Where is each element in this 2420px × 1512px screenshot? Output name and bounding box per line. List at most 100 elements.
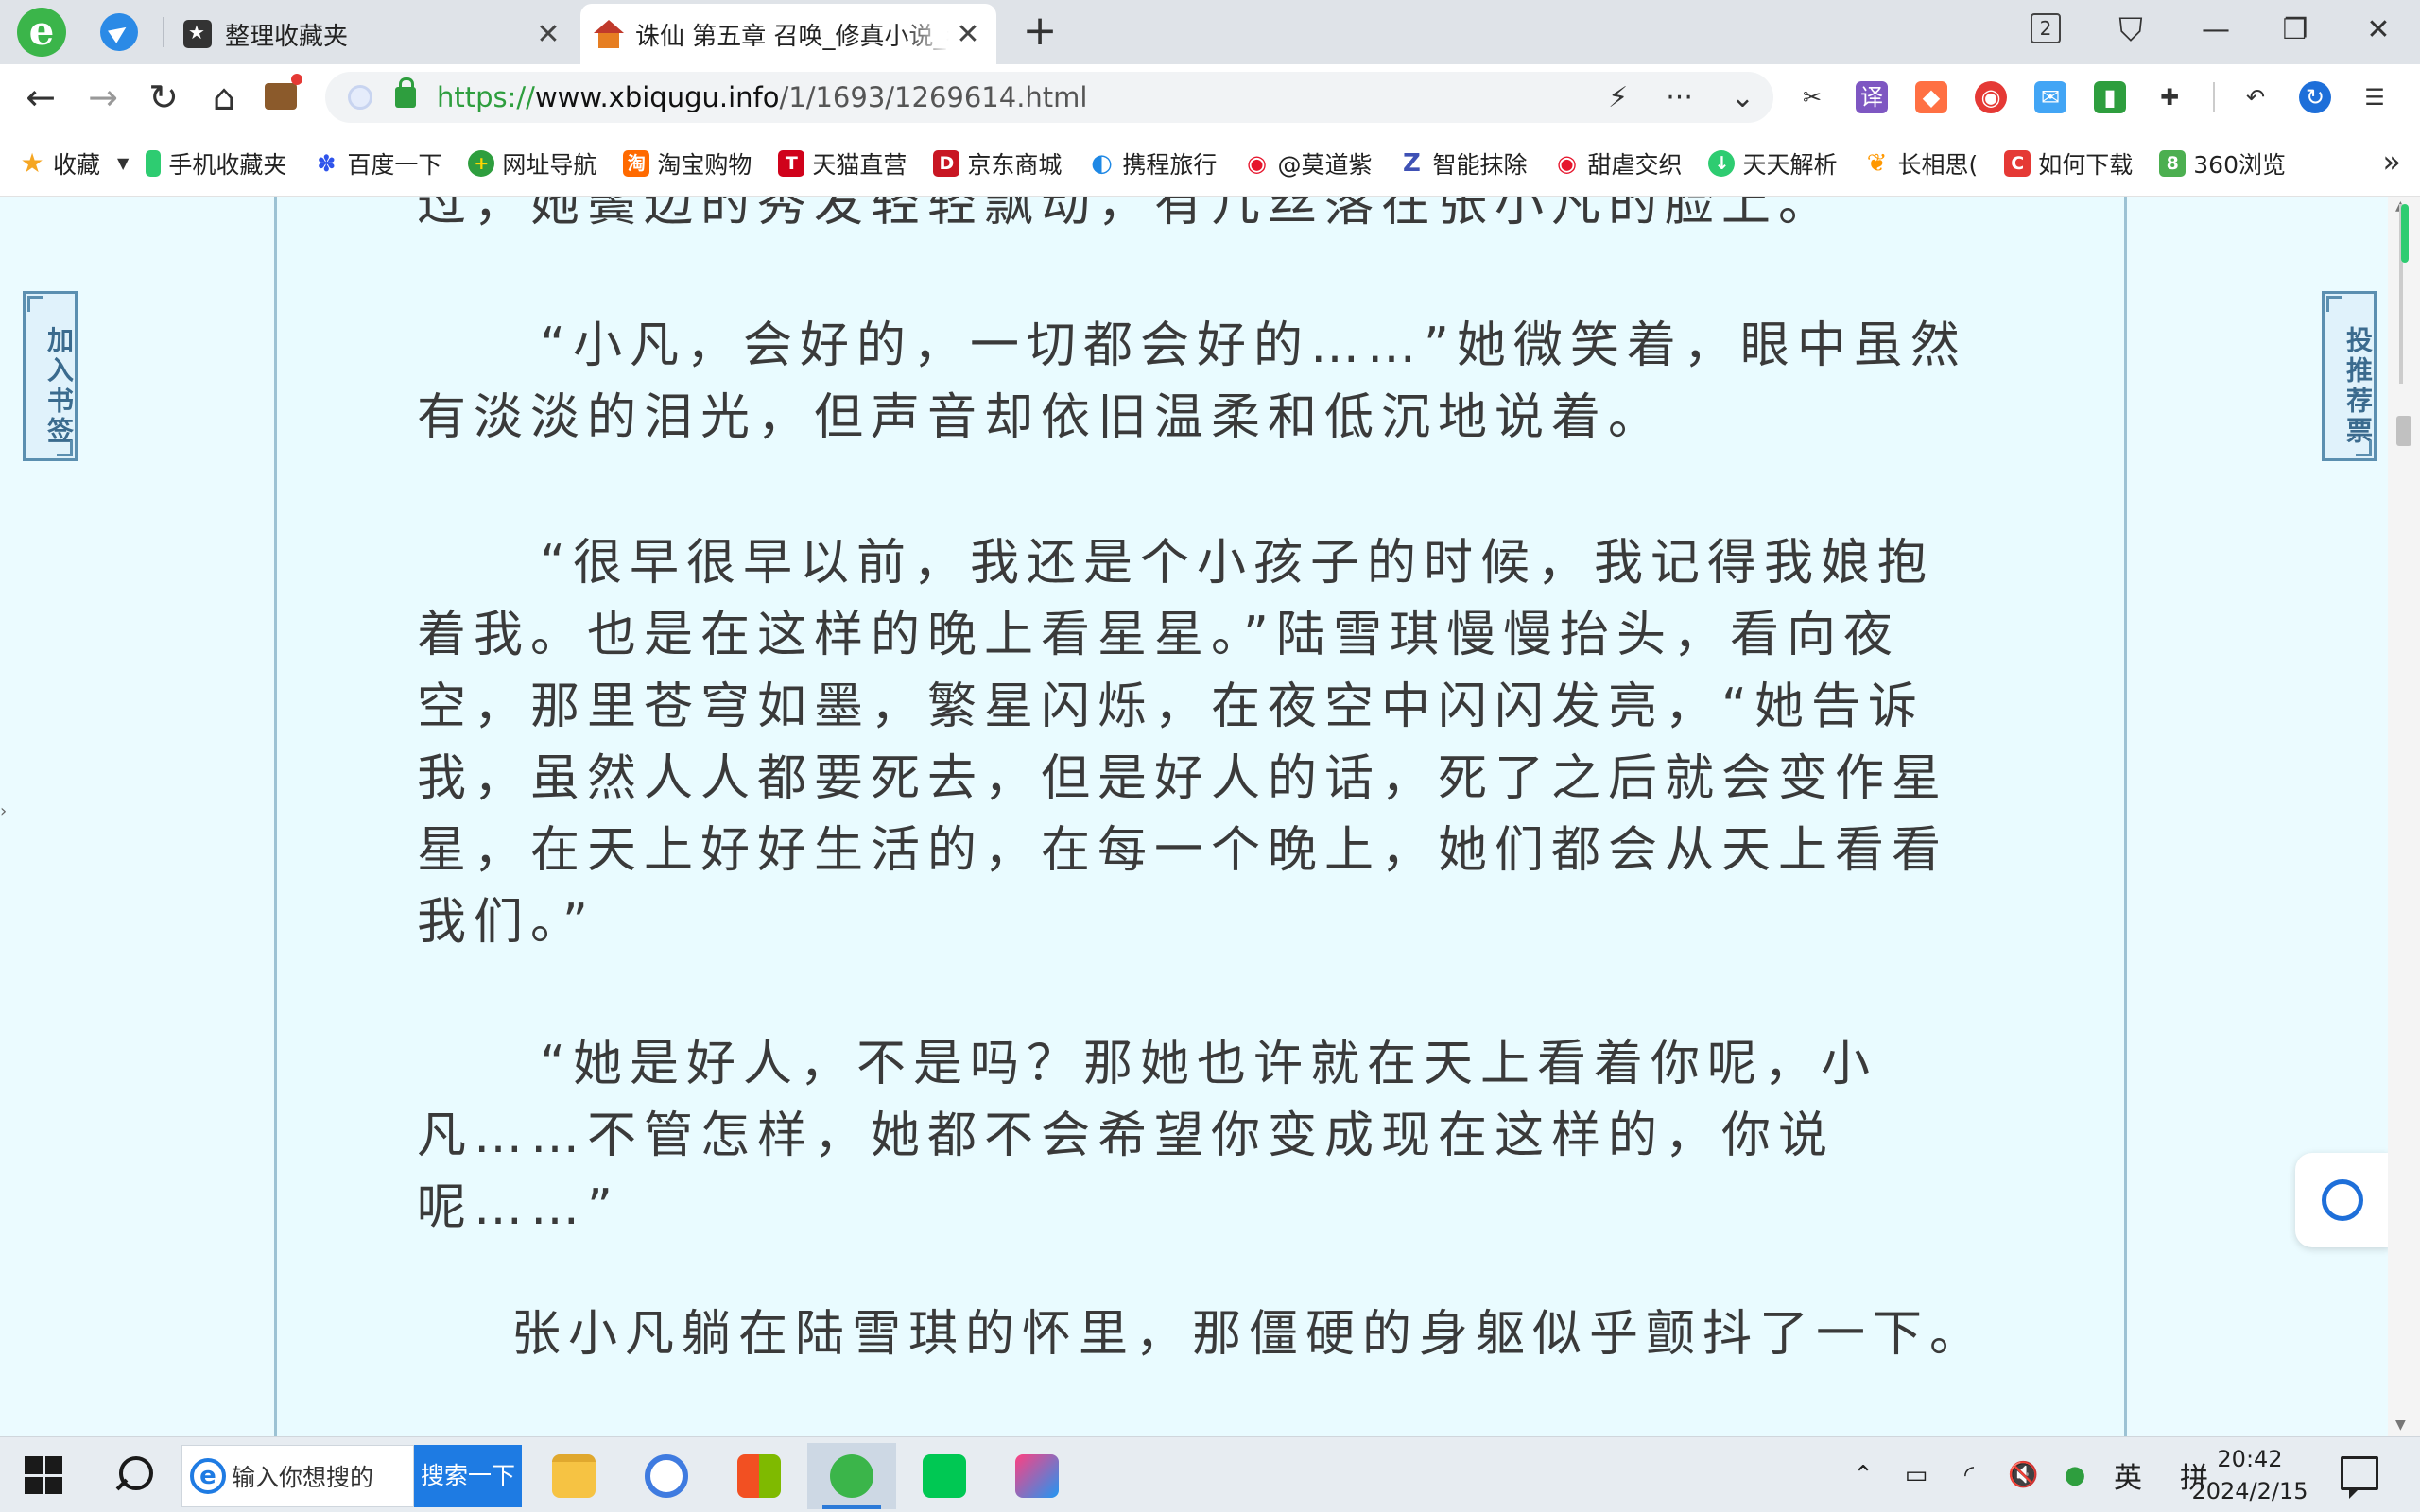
video-player-icon <box>1015 1454 1059 1498</box>
battery-icon[interactable]: ▭ <box>1902 1461 1930 1489</box>
skin-shirt-icon[interactable]: ⛉ <box>2108 6 2153 55</box>
add-bookmark-button[interactable]: 加入书签 <box>23 291 78 461</box>
site-info-icon[interactable] <box>348 85 372 110</box>
windows-taskbar: e 输入你想搜的 搜索一下 ⌃ ▭ ◜ 🔇 ● 英 拼 20:42 2024/2… <box>0 1436 2420 1512</box>
menu-icon[interactable]: ☰ <box>2359 81 2391 113</box>
bookmark-label: 网址导航 <box>502 150 597 179</box>
scroll-down-arrow-icon[interactable]: ▼ <box>2395 1418 2406 1433</box>
bookmark-item[interactable]: ◐ 携程旅行 <box>1088 146 1217 180</box>
minimize-button[interactable]: — <box>2189 6 2242 55</box>
forward-arrow-icon[interactable]: → <box>79 74 127 121</box>
scrollbar-thumb[interactable] <box>2396 416 2411 446</box>
bookmark-item[interactable]: ◉ @莫道紫 <box>1243 146 1373 180</box>
chevron-up-icon[interactable]: ⌃ <box>1849 1461 1877 1489</box>
mail-icon[interactable]: ✉ <box>2034 81 2066 113</box>
bookmark-item[interactable]: 手机收藏夹 <box>146 146 286 180</box>
ime-logo-icon[interactable]: ● <box>2061 1461 2089 1489</box>
feather-icon: ❦ <box>1866 148 1888 178</box>
weibo-icon[interactable]: ◉ <box>1975 81 2007 113</box>
browser-taskbar-app[interactable] <box>807 1443 896 1509</box>
bookmark-label: 天猫直营 <box>812 150 908 179</box>
pinned-tab-icon[interactable] <box>100 13 138 51</box>
video-app-icon <box>923 1454 966 1498</box>
url-text[interactable]: https://www.xbiqugu.info/1/1693/1269614.… <box>437 81 1087 113</box>
bookmarks-overflow-icon[interactable]: » <box>2382 144 2401 180</box>
close-window-button[interactable]: ✕ <box>2350 6 2407 55</box>
taskbar-search-input[interactable]: e 输入你想搜的 <box>182 1445 414 1507</box>
undo-icon[interactable]: ↶ <box>2239 81 2272 113</box>
bookmark-item[interactable]: 8 360浏览 <box>2159 146 2286 180</box>
bookmark-item[interactable]: ★ 收藏 <box>19 146 100 180</box>
lightning-icon[interactable]: ⚡ <box>1608 81 1628 114</box>
tab-count-badge[interactable]: 2 <box>2031 13 2061 43</box>
tab-close-icon[interactable]: ✕ <box>529 18 567 51</box>
jd-icon: D <box>933 149 960 177</box>
url-host: www.xbiqugu.info <box>534 81 780 113</box>
bookmark-item[interactable]: ↓ 天天解析 <box>1708 146 1838 180</box>
more-dots-icon[interactable]: ··· <box>1666 81 1693 114</box>
bookmark-item[interactable]: ✽ 百度一下 <box>313 146 441 180</box>
bookmark-item[interactable]: T 天猫直营 <box>778 146 907 180</box>
iqiyi-app[interactable] <box>900 1443 989 1509</box>
notification-icon[interactable] <box>2341 1456 2378 1499</box>
tab-novel-chapter[interactable]: 诛仙 第五章 召唤_修真小说_看 ✕ <box>580 4 996 64</box>
restore-button[interactable]: ❐ <box>2269 6 2322 55</box>
bookmark-item[interactable]: C 如何下载 <box>2004 146 2133 180</box>
reader-book-icon[interactable]: ▮ <box>2094 81 2126 113</box>
store-bag-icon <box>737 1454 781 1498</box>
floating-assistant-icon[interactable] <box>2295 1153 2388 1247</box>
bookmark-label: 甜虐交织 <box>1587 150 1683 179</box>
tab-title: 诛仙 第五章 召唤_修真小说_看 <box>635 22 949 51</box>
back-arrow-icon[interactable]: ← <box>17 74 64 121</box>
address-bar[interactable]: https://www.xbiqugu.info/1/1693/1269614.… <box>325 72 1773 123</box>
taskbar-search-button[interactable]: 搜索一下 <box>414 1445 522 1507</box>
colorful-app[interactable] <box>622 1443 711 1509</box>
bookmark-item[interactable]: Z 智能抹除 <box>1398 146 1527 180</box>
bookmark-label: 手机收藏夹 <box>168 150 287 179</box>
search-placeholder: 输入你想搜的 <box>232 1464 374 1491</box>
recommend-vote-button[interactable]: 投推荐票 <box>2322 291 2377 461</box>
taskbar-search-widget: e 输入你想搜的 搜索一下 <box>182 1445 522 1507</box>
download-icon: ↓ <box>1708 149 1736 177</box>
bookmark-label: 百度一下 <box>347 150 442 179</box>
bookmark-item[interactable]: ◉ 甜虐交织 <box>1553 146 1683 180</box>
new-tab-button[interactable]: + <box>1017 9 1063 55</box>
speaker-muted-icon[interactable]: 🔇 <box>2008 1461 2038 1489</box>
game-icon[interactable]: ◆ <box>1915 81 1947 113</box>
bookmark-item[interactable]: + 网址导航 <box>468 146 596 180</box>
taobao-icon: 淘 <box>623 149 650 177</box>
system-clock[interactable]: 20:42 2024/2/15 <box>2184 1443 2316 1507</box>
windows-start-icon[interactable] <box>25 1456 62 1494</box>
bookmark-label: 天天解析 <box>1742 150 1838 179</box>
home-icon[interactable]: ⌂ <box>200 74 248 121</box>
store-app[interactable] <box>715 1443 804 1509</box>
reload-icon[interactable]: ↻ <box>140 74 187 121</box>
bookmark-dropdown-icon[interactable]: ▼ <box>117 154 129 172</box>
file-explorer-app[interactable] <box>529 1443 618 1509</box>
puzzle-extension-icon[interactable]: ✚ <box>2153 81 2186 113</box>
chevron-down-icon[interactable]: ⌄ <box>1731 81 1754 114</box>
wifi-icon[interactable]: ◜ <box>1955 1461 1983 1489</box>
chapter-paragraph: “小凡，会好的，一切都会好的……”她微笑着，眼中虽然有淡淡的泪光，但声音却依旧温… <box>417 318 1967 446</box>
chapter-content-box: 过，她鬓边的秀发轻轻飘动，有几丝落在张小凡的脸上。 “小凡，会好的，一切都会好的… <box>274 197 2127 1436</box>
edge-arrow-icon[interactable]: › <box>0 801 7 821</box>
bookmark-item[interactable]: 淘 淘宝购物 <box>623 146 752 180</box>
youku-app[interactable] <box>993 1443 1081 1509</box>
tab-title: 整理收藏夹 <box>225 22 349 51</box>
bookmark-item[interactable]: D 京东商城 <box>933 146 1062 180</box>
phone-icon <box>146 149 162 177</box>
nav-plus-icon: + <box>468 149 495 177</box>
briefcase-icon[interactable] <box>265 74 302 110</box>
sync-icon[interactable]: ↻ <box>2299 81 2331 113</box>
search-icon[interactable] <box>113 1454 153 1492</box>
ime-language[interactable]: 英 <box>2114 1454 2142 1496</box>
browser-logo-icon[interactable]: e <box>17 8 66 57</box>
page-scrollbar[interactable]: ▲ ▼ <box>2388 197 2420 1436</box>
tab-close-icon[interactable]: ✕ <box>949 18 987 51</box>
tab-bookmark-manager[interactable]: 整理收藏夹 ✕ <box>170 4 577 64</box>
scissors-icon[interactable]: ✂ <box>1796 81 1828 113</box>
bookmark-item[interactable]: ❦ 长相思( <box>1864 146 1979 180</box>
translate-icon[interactable]: 译 <box>1856 81 1888 113</box>
lock-icon[interactable] <box>395 77 416 108</box>
tmall-icon: T <box>778 149 805 177</box>
